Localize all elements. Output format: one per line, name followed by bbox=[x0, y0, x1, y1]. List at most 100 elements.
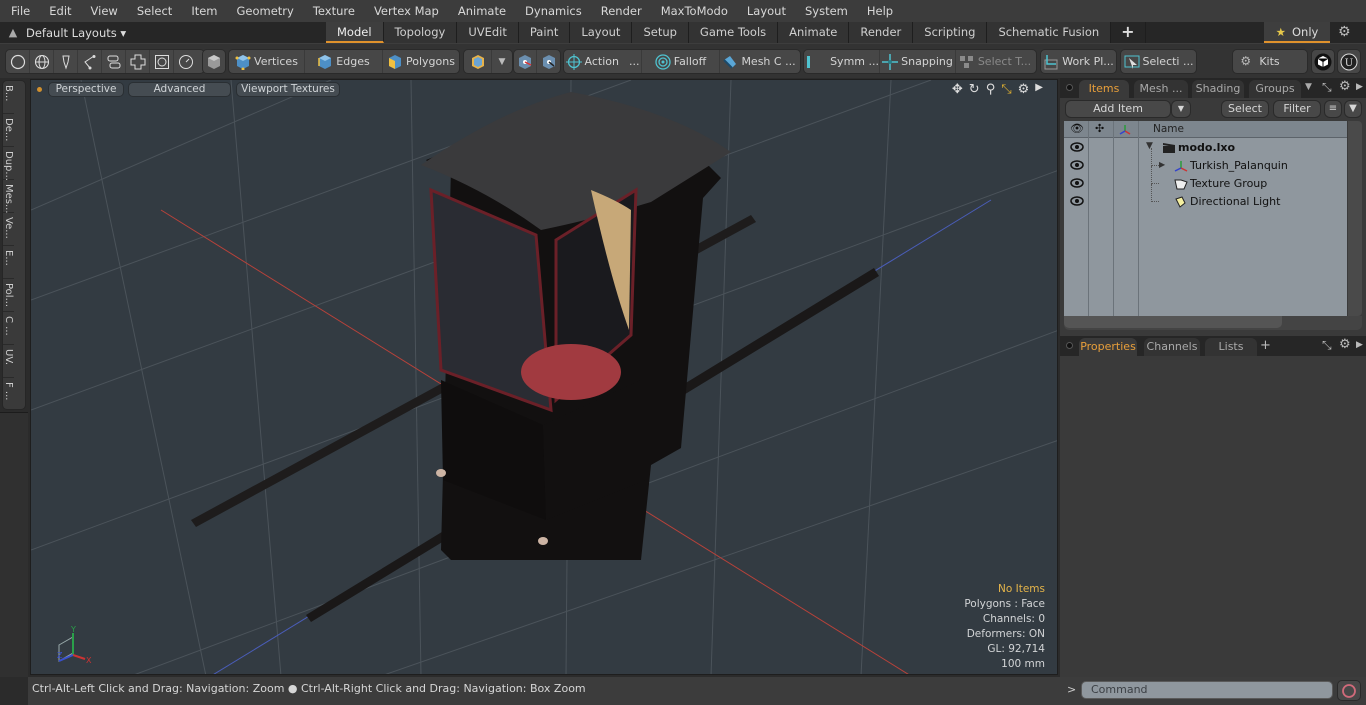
gear-icon[interactable]: ⚙ bbox=[1338, 24, 1351, 40]
move-icon[interactable]: ✥ bbox=[952, 82, 963, 97]
menu-file[interactable]: File bbox=[0, 4, 38, 18]
tab-animate[interactable]: Animate bbox=[778, 22, 850, 43]
default-layouts-dropdown[interactable]: Default Layouts ▾ bbox=[26, 26, 326, 40]
viewport-textures-button[interactable]: Viewport Textures bbox=[236, 82, 340, 97]
edges-button[interactable]: Edges bbox=[305, 50, 383, 73]
symmetry-button[interactable]: Symm ... bbox=[804, 50, 880, 73]
selection-sets-button[interactable]: Selecti ... bbox=[1120, 49, 1197, 74]
3d-viewport[interactable]: Perspective Advanced Viewport Textures ✥… bbox=[30, 79, 1058, 675]
rotate-icon[interactable]: ↻ bbox=[969, 82, 980, 97]
tool-tab-7[interactable]: C ... bbox=[3, 312, 14, 345]
tab-mesh[interactable]: Mesh ... bbox=[1134, 80, 1188, 98]
viewport-gear-icon[interactable]: ⚙ bbox=[1018, 82, 1030, 97]
tree-horizontal-scrollbar[interactable] bbox=[1064, 316, 1362, 330]
tab-items[interactable]: Items bbox=[1079, 80, 1129, 98]
menu-edit[interactable]: Edit bbox=[38, 4, 79, 18]
component-icon[interactable] bbox=[102, 50, 126, 73]
menu-layout[interactable]: Layout bbox=[736, 4, 794, 18]
menu-texture[interactable]: Texture bbox=[302, 4, 363, 18]
menu-geometry[interactable]: Geometry bbox=[226, 4, 302, 18]
props-gear-icon[interactable]: ⚙ bbox=[1339, 337, 1351, 352]
tool-tab-3[interactable]: Mes... bbox=[3, 180, 14, 214]
tab-render[interactable]: Render bbox=[849, 22, 914, 43]
tree-row[interactable]: ▼ modo.lxo bbox=[1064, 139, 1347, 157]
polygons-button[interactable]: Polygons bbox=[383, 50, 459, 73]
circle-select-icon[interactable] bbox=[6, 50, 30, 73]
tool-tab-0[interactable]: B... bbox=[3, 81, 14, 114]
timer-icon[interactable] bbox=[174, 50, 198, 73]
panel-gear-icon[interactable]: ⚙ bbox=[1339, 79, 1351, 94]
menu-select[interactable]: Select bbox=[126, 4, 180, 18]
kits-button[interactable]: ⚙ Kits bbox=[1232, 49, 1308, 74]
funnel-filter-icon[interactable]: ▼ bbox=[1344, 100, 1362, 118]
tool-tab-4[interactable]: Ve... bbox=[3, 213, 14, 246]
tab-model[interactable]: Model bbox=[326, 22, 384, 43]
square-circle-icon[interactable] bbox=[150, 50, 174, 73]
menu-help[interactable]: Help bbox=[856, 4, 901, 18]
tree-row[interactable]: ▶ Turkish_Palanquin bbox=[1064, 148, 1347, 175]
globe-icon[interactable] bbox=[30, 50, 54, 73]
menu-view[interactable]: View bbox=[80, 4, 126, 18]
pen-icon[interactable] bbox=[54, 50, 78, 73]
scroll-thumb[interactable] bbox=[1064, 316, 1282, 328]
tree-vertical-scrollbar[interactable] bbox=[1348, 121, 1362, 316]
filter-button[interactable]: Filter bbox=[1273, 100, 1321, 118]
tool-tab-2[interactable]: Dup... bbox=[3, 147, 14, 181]
tab-uvedit[interactable]: UVEdit bbox=[457, 22, 519, 43]
add-item-dropdown-icon[interactable]: ▼ bbox=[1171, 100, 1191, 118]
command-input[interactable]: Command bbox=[1081, 681, 1333, 699]
props-expand-icon[interactable]: ▶ bbox=[1356, 340, 1363, 350]
menu-render[interactable]: Render bbox=[590, 4, 650, 18]
tabs-dropdown-icon[interactable]: ▼ bbox=[1305, 82, 1312, 92]
cross-grid-icon[interactable] bbox=[126, 50, 150, 73]
menu-item[interactable]: Item bbox=[180, 4, 225, 18]
chevron-down-icon[interactable]: ▼ bbox=[492, 50, 512, 73]
menu-animate[interactable]: Animate bbox=[447, 4, 514, 18]
tool-tab-8[interactable]: UV. bbox=[3, 345, 14, 378]
visibility-eye-icon[interactable] bbox=[1070, 177, 1084, 189]
tab-scripting[interactable]: Scripting bbox=[913, 22, 988, 43]
zoom-icon[interactable]: ⚲ bbox=[986, 82, 996, 97]
collapse-arrow-icon[interactable]: ▶ bbox=[1159, 160, 1165, 169]
modo-cube-button[interactable] bbox=[1311, 49, 1335, 74]
menu-maxtomodo[interactable]: MaxToModo bbox=[650, 4, 736, 18]
lasso-icon[interactable] bbox=[78, 50, 102, 73]
record-button[interactable] bbox=[1337, 680, 1361, 701]
advanced-button[interactable]: Advanced bbox=[128, 82, 231, 97]
menu-vertex-map[interactable]: Vertex Map bbox=[363, 4, 447, 18]
tab-schematic-fusion[interactable]: Schematic Fusion bbox=[987, 22, 1112, 43]
tab-setup[interactable]: Setup bbox=[632, 22, 689, 43]
tab-topology[interactable]: Topology bbox=[383, 22, 458, 43]
maximize-icon[interactable]: ⤡ bbox=[1001, 82, 1011, 97]
add-properties-tab-button[interactable]: + bbox=[1260, 338, 1271, 353]
name-column-header[interactable]: Name bbox=[1153, 123, 1184, 135]
add-layout-tab-button[interactable]: + bbox=[1111, 22, 1146, 43]
tab-game-tools[interactable]: Game Tools bbox=[688, 22, 779, 43]
tool-tab-1[interactable]: De... bbox=[3, 114, 14, 147]
falloff-button[interactable]: Falloff bbox=[642, 50, 720, 73]
menu-system[interactable]: System bbox=[794, 4, 856, 18]
tree-row[interactable]: Directional Light bbox=[1064, 184, 1347, 211]
tree-row[interactable]: Texture Group bbox=[1064, 166, 1347, 193]
select-button[interactable]: Select bbox=[1221, 100, 1269, 118]
unreal-button[interactable]: U bbox=[1337, 49, 1361, 74]
material-cube-icon[interactable] bbox=[464, 50, 492, 73]
collapse-up-icon[interactable]: ▲ bbox=[0, 26, 26, 39]
visibility-eye-icon[interactable] bbox=[1070, 141, 1084, 153]
item-mode-button[interactable] bbox=[202, 49, 226, 74]
panel-expand-icon[interactable]: ▶ bbox=[1356, 82, 1363, 92]
vertices-button[interactable]: Vertices bbox=[229, 50, 305, 73]
tab-properties[interactable]: Properties bbox=[1079, 338, 1137, 356]
visibility-eye-icon[interactable] bbox=[1070, 195, 1084, 207]
menu-dynamics[interactable]: Dynamics bbox=[514, 4, 590, 18]
visibility-eye-icon[interactable] bbox=[1070, 159, 1084, 171]
tool-tab-5[interactable]: E... bbox=[3, 246, 14, 279]
list-options-icon[interactable]: ≡ bbox=[1324, 100, 1342, 118]
tab-layout[interactable]: Layout bbox=[570, 22, 633, 43]
mesh-constraint-button[interactable]: Mesh C ... bbox=[720, 50, 798, 73]
perspective-button[interactable]: Perspective bbox=[48, 82, 124, 97]
world-axis-icon[interactable] bbox=[514, 50, 538, 73]
tab-groups[interactable]: Groups bbox=[1249, 80, 1301, 98]
only-toggle[interactable]: ★ Only bbox=[1264, 22, 1330, 43]
tab-paint[interactable]: Paint bbox=[518, 22, 571, 43]
